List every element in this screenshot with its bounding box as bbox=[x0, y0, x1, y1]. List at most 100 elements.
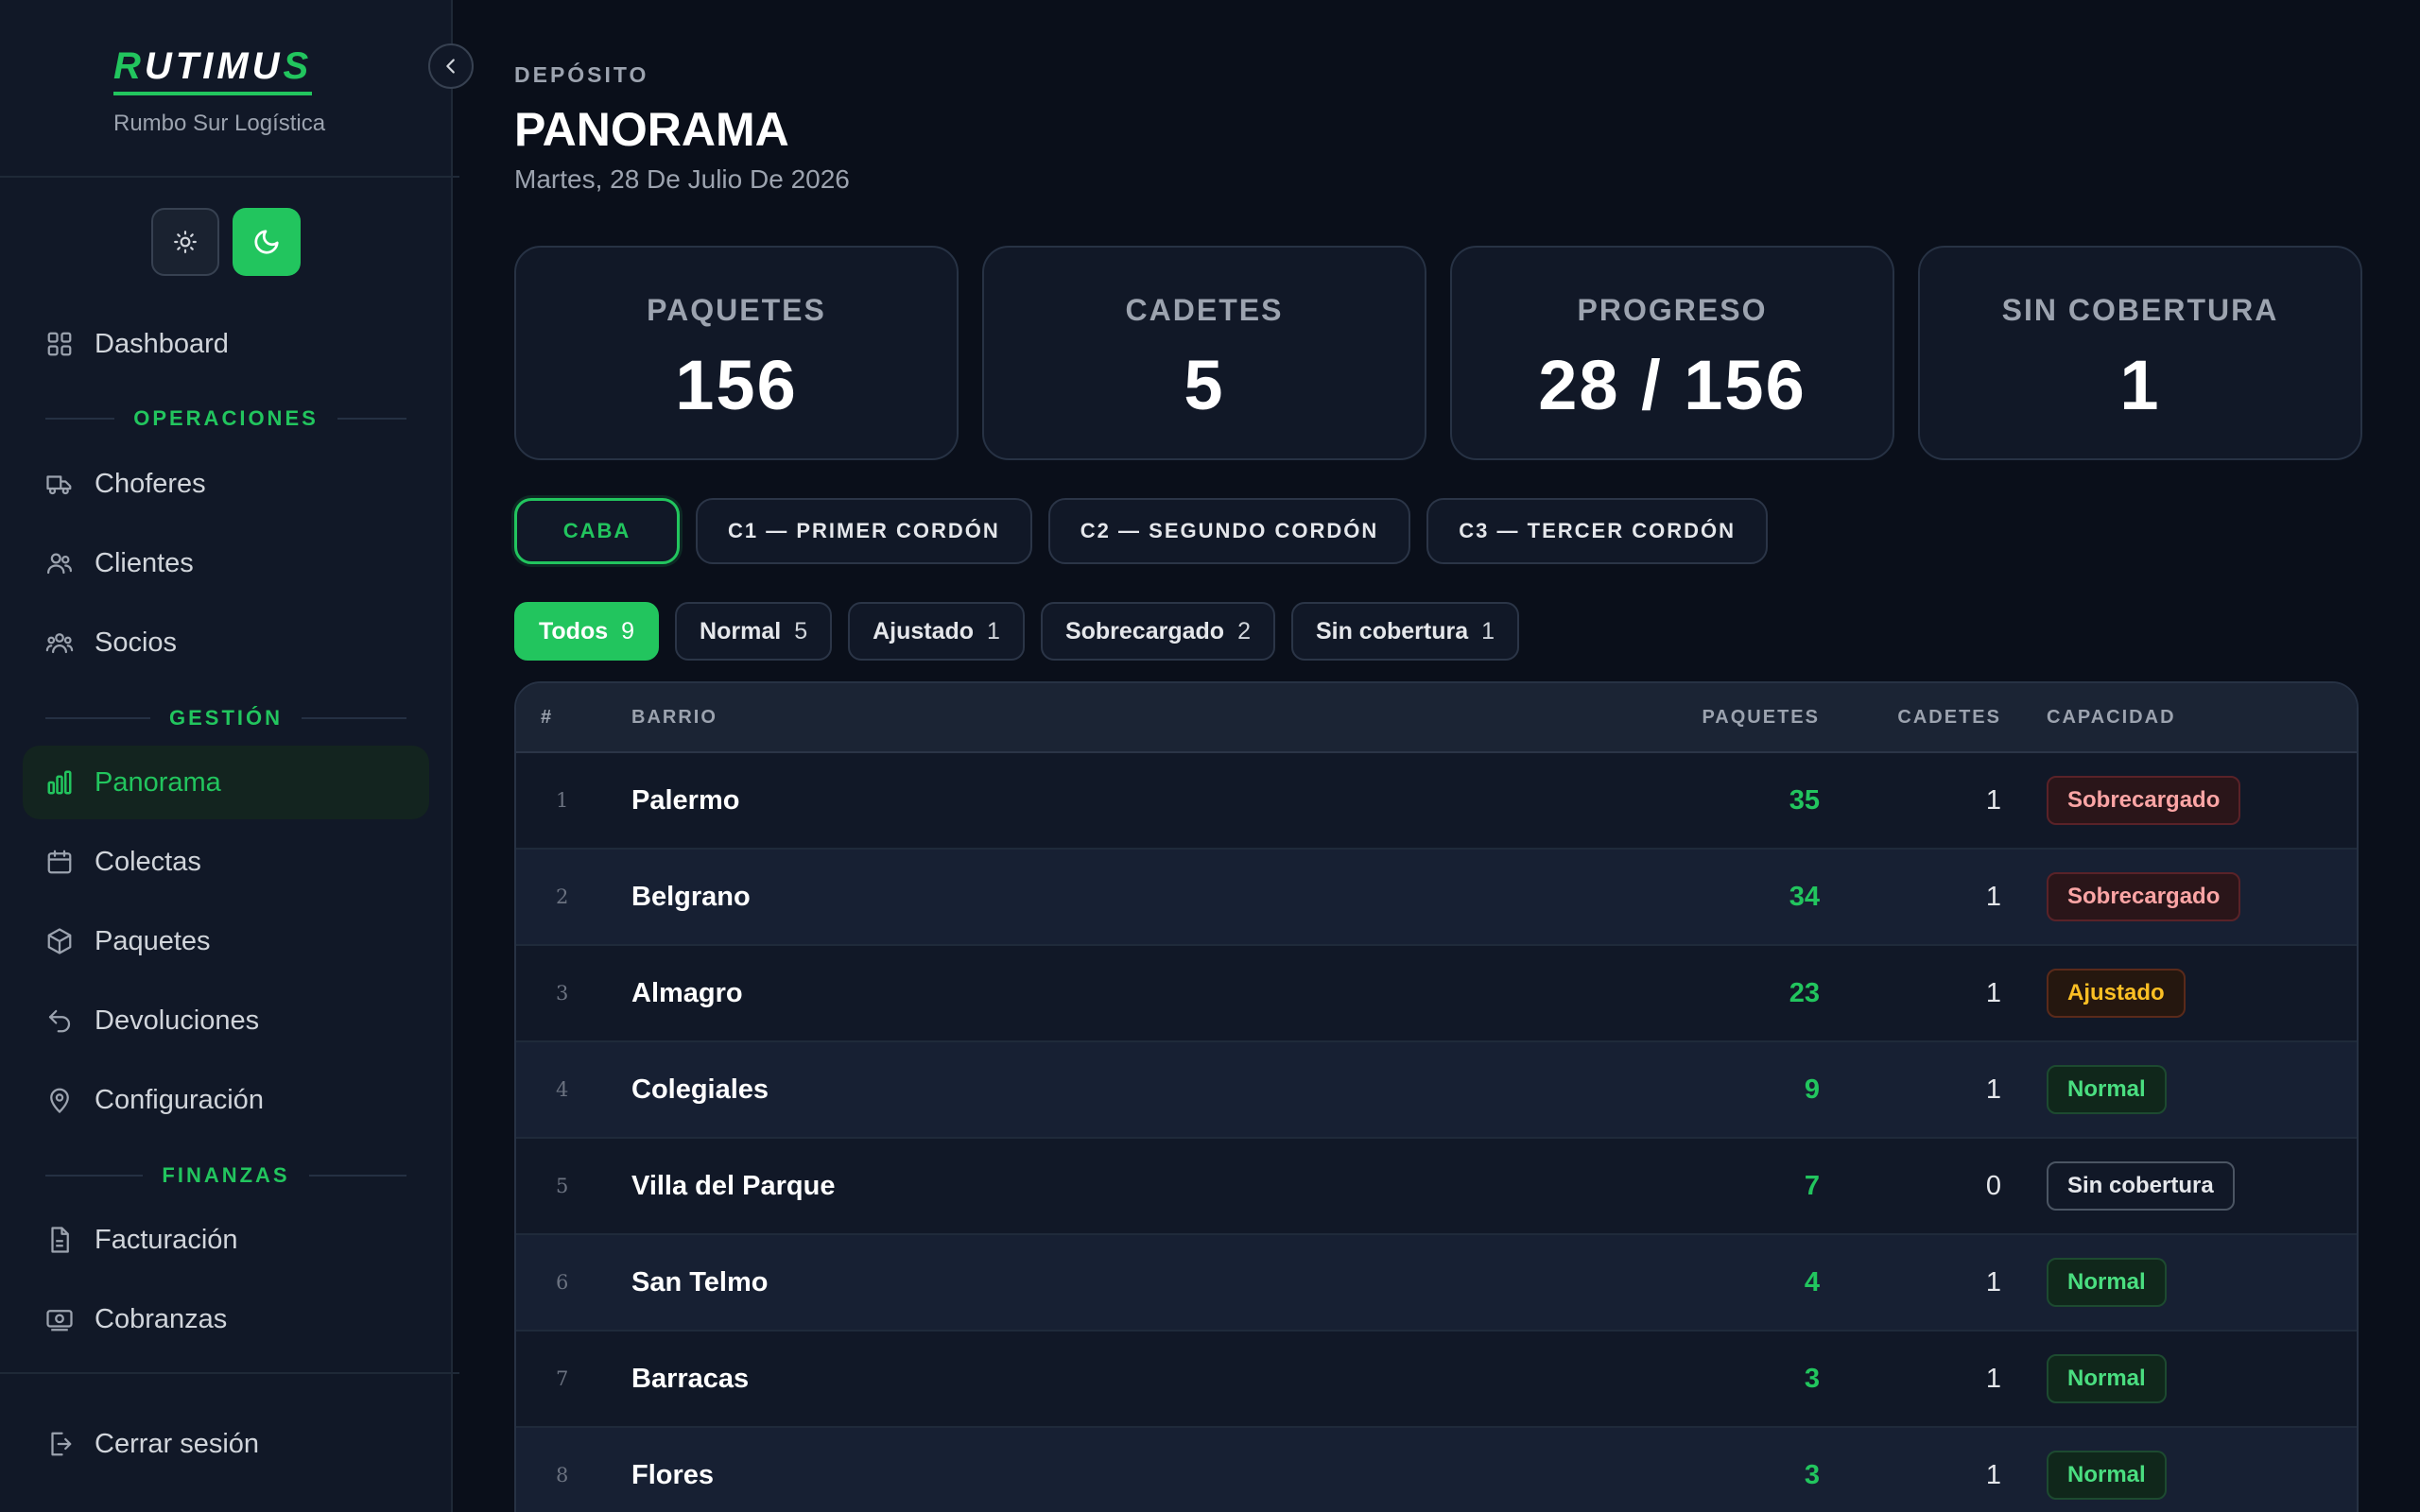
col-header-cadetes[interactable]: CADETES bbox=[1820, 707, 2001, 729]
section-line bbox=[45, 1175, 144, 1177]
row-capacidad-cell: Sobrecargado bbox=[2001, 776, 2357, 825]
section-line bbox=[302, 717, 407, 719]
stats-row: PAQUETES 156 CADETES 5 PROGRESO 28 / 156… bbox=[514, 246, 2362, 460]
col-header-paquetes[interactable]: PAQUETES bbox=[1631, 707, 1820, 729]
page-date: Martes, 28 De Julio De 2026 bbox=[514, 164, 850, 194]
row-paquetes: 9 bbox=[1804, 1074, 1820, 1105]
row-barrio: Palermo bbox=[631, 784, 740, 816]
nav-devoluciones[interactable]: Devoluciones bbox=[23, 984, 429, 1057]
table-row[interactable]: 2 Belgrano 34 1 Sobrecargado bbox=[516, 850, 2357, 946]
filter-sin-cobertura[interactable]: Sin cobertura 1 bbox=[1290, 602, 1520, 661]
section-line bbox=[337, 418, 406, 420]
tab-c2[interactable]: C2 — SEGUNDO CORDÓN bbox=[1047, 498, 1411, 564]
section-operaciones: OPERACIONES bbox=[45, 404, 406, 433]
section-operaciones-label: OPERACIONES bbox=[133, 406, 319, 430]
section-line bbox=[45, 418, 115, 420]
table-row[interactable]: 6 San Telmo 4 1 Normal bbox=[516, 1235, 2357, 1332]
filter-ajustado[interactable]: Ajustado 1 bbox=[848, 602, 1025, 661]
row-index: 6 bbox=[556, 1271, 569, 1294]
grid-icon bbox=[47, 332, 72, 356]
row-capacidad-cell: Ajustado bbox=[2001, 969, 2357, 1018]
stat-label: SIN COBERTURA bbox=[2001, 293, 2279, 327]
dark-theme-button[interactable] bbox=[233, 208, 301, 276]
users-icon bbox=[47, 553, 72, 575]
row-paquetes: 34 bbox=[1789, 881, 1820, 912]
nav-choferes[interactable]: Choferes bbox=[23, 447, 429, 521]
nav-dashboard-label: Dashboard bbox=[95, 328, 229, 359]
nav-paquetes[interactable]: Paquetes bbox=[23, 904, 429, 978]
filter-label: Sobrecargado bbox=[1064, 617, 1225, 644]
tab-c1[interactable]: C1 — PRIMER CORDÓN bbox=[696, 498, 1032, 564]
document-icon bbox=[51, 1227, 69, 1253]
table-row[interactable]: 5 Villa del Parque 7 0 Sin cobertura bbox=[516, 1139, 2357, 1235]
col-header-barrio[interactable]: BARRIO bbox=[631, 707, 1631, 729]
nav-cobranzas[interactable]: Cobranzas bbox=[23, 1282, 429, 1356]
nav-configuracion[interactable]: Configuración bbox=[23, 1063, 429, 1137]
nav-clientes[interactable]: Clientes bbox=[23, 526, 429, 600]
nav-facturacion-label: Facturación bbox=[95, 1224, 238, 1255]
row-capacidad-cell: Normal bbox=[2001, 1258, 2357, 1307]
light-theme-button[interactable] bbox=[151, 208, 219, 276]
logo[interactable]: RUTIMUS bbox=[113, 45, 313, 95]
table-row[interactable]: 1 Palermo 35 1 Sobrecargado bbox=[516, 753, 2357, 850]
filter-count: 1 bbox=[987, 617, 1000, 644]
row-capacidad-cell: Sin cobertura bbox=[2001, 1161, 2357, 1211]
group-icon bbox=[45, 633, 74, 654]
theme-switcher bbox=[151, 208, 301, 276]
section-finanzas: FINANZAS bbox=[45, 1161, 406, 1190]
col-header-index[interactable]: # bbox=[516, 707, 631, 729]
nav-panorama[interactable]: Panorama bbox=[23, 746, 429, 819]
filter-normal[interactable]: Normal 5 bbox=[675, 602, 833, 661]
row-index: 8 bbox=[556, 1464, 569, 1486]
row-index: 3 bbox=[556, 982, 569, 1005]
row-index: 7 bbox=[556, 1367, 569, 1390]
row-capacidad-cell: Normal bbox=[2001, 1354, 2357, 1403]
status-badge: Normal bbox=[2047, 1451, 2167, 1500]
status-badge: Sin cobertura bbox=[2047, 1161, 2235, 1211]
status-badge: Normal bbox=[2047, 1065, 2167, 1114]
row-index: 5 bbox=[556, 1175, 569, 1197]
section-gestion: GESTIÓN bbox=[45, 704, 407, 732]
filter-count: 5 bbox=[794, 617, 808, 644]
page-eyebrow: DEPÓSITO bbox=[514, 62, 649, 87]
stat-label: PROGRESO bbox=[1577, 293, 1768, 327]
sidebar-divider bbox=[0, 176, 459, 178]
sun-icon bbox=[174, 231, 197, 253]
nav-dashboard[interactable]: Dashboard bbox=[23, 307, 429, 381]
table-row[interactable]: 4 Colegiales 9 1 Normal bbox=[516, 1042, 2357, 1139]
brand: RUTIMUS Rumbo Sur Logística bbox=[113, 45, 325, 137]
row-cadetes: 0 bbox=[1985, 1170, 2001, 1201]
status-badge: Sobrecargado bbox=[2047, 872, 2241, 921]
section-gestion-label: GESTIÓN bbox=[169, 706, 284, 730]
stat-card-progreso: PROGRESO 28 / 156 bbox=[1450, 246, 1894, 460]
table-row[interactable]: 3 Almagro 23 1 Ajustado bbox=[516, 946, 2357, 1042]
nav-colectas[interactable]: Colectas bbox=[23, 825, 429, 899]
chevron-left-icon bbox=[446, 59, 455, 74]
nav-paquetes-label: Paquetes bbox=[95, 925, 211, 956]
logout-button[interactable]: Cerrar sesión bbox=[23, 1407, 429, 1481]
row-barrio: Almagro bbox=[631, 977, 743, 1008]
tab-c3[interactable]: C3 — TERCER CORDÓN bbox=[1426, 498, 1768, 564]
tab-caba[interactable]: CABA bbox=[514, 498, 680, 564]
table-row[interactable]: 7 Barracas 3 1 Normal bbox=[516, 1332, 2357, 1428]
row-barrio: Belgrano bbox=[631, 881, 751, 912]
truck-icon bbox=[46, 475, 72, 495]
nav-facturacion[interactable]: Facturación bbox=[23, 1203, 429, 1277]
stat-card-sin-cobertura: SIN COBERTURA 1 bbox=[1918, 246, 2362, 460]
filter-sobrecargado[interactable]: Sobrecargado 2 bbox=[1040, 602, 1275, 661]
col-header-capacidad[interactable]: CAPACIDAD bbox=[2001, 707, 2357, 729]
table-row[interactable]: 8 Flores 3 1 Normal bbox=[516, 1428, 2357, 1512]
row-index: 1 bbox=[556, 789, 569, 812]
nav-socios-label: Socios bbox=[95, 627, 178, 658]
filter-label: Sin cobertura bbox=[1315, 617, 1469, 644]
filter-label: Ajustado bbox=[873, 617, 975, 644]
box-icon bbox=[47, 928, 72, 954]
nav-choferes-label: Choferes bbox=[95, 468, 206, 499]
status-badge: Normal bbox=[2047, 1354, 2167, 1403]
row-cadetes: 1 bbox=[1985, 1363, 2001, 1394]
collapse-sidebar-button[interactable] bbox=[428, 43, 474, 89]
row-cadetes: 1 bbox=[1985, 977, 2001, 1008]
nav-socios[interactable]: Socios bbox=[23, 606, 429, 679]
filter-todos[interactable]: Todos 9 bbox=[514, 602, 660, 661]
stat-label: PAQUETES bbox=[647, 293, 826, 327]
